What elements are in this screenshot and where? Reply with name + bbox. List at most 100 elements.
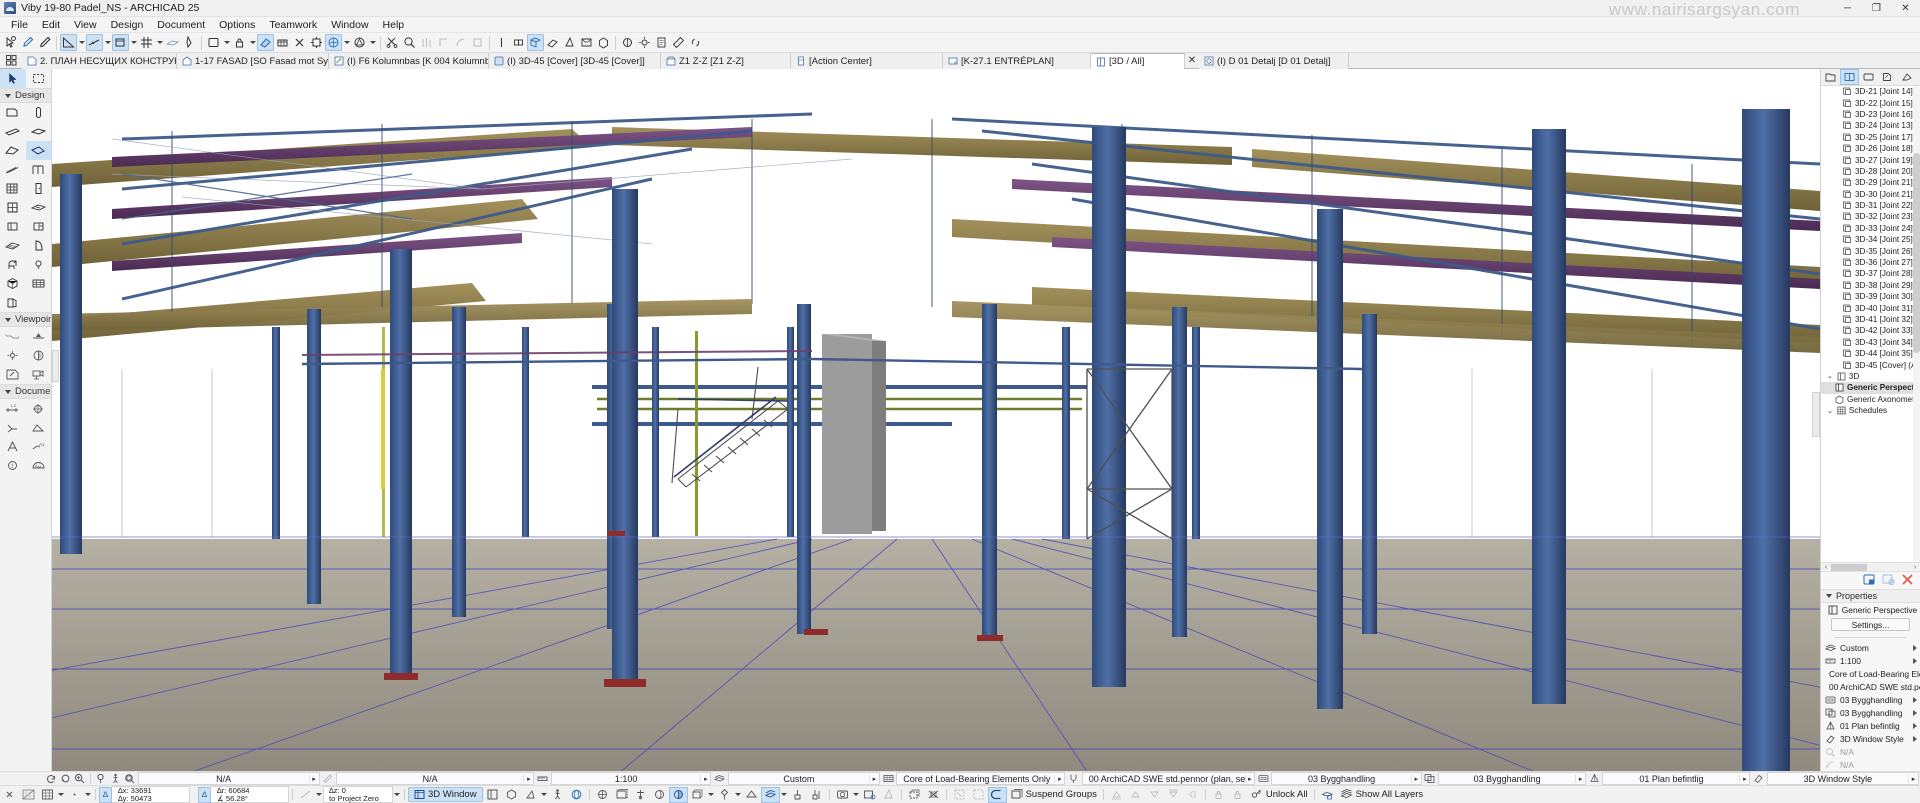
minimize-button[interactable]: ─ bbox=[1833, 0, 1862, 17]
order-options-icon[interactable] bbox=[1183, 787, 1202, 803]
label-tool[interactable]: A1 bbox=[26, 437, 52, 456]
wall-end-tool[interactable] bbox=[0, 217, 26, 236]
layer-combo[interactable]: Custom ▸ bbox=[727, 772, 880, 785]
toolbox-section-document[interactable]: Document bbox=[0, 384, 51, 399]
nav-group-3d[interactable]: ⌄ 3D bbox=[1821, 371, 1920, 382]
chevron-right-icon[interactable]: ▸ bbox=[1244, 774, 1254, 783]
send-backward-icon[interactable] bbox=[1145, 787, 1164, 803]
unlock-all-button[interactable]: Unlock All bbox=[1247, 787, 1311, 802]
project-zero-field[interactable]: ∆z: 0 to Project Zero bbox=[323, 786, 393, 803]
wall-tool[interactable] bbox=[0, 103, 26, 122]
3d-object-tool[interactable] bbox=[0, 274, 26, 293]
marquee-3d-icon[interactable] bbox=[544, 34, 561, 51]
chevron-right-icon[interactable]: ▸ bbox=[1907, 774, 1918, 783]
menu-edit[interactable]: Edit bbox=[35, 17, 67, 33]
settings-button[interactable]: Settings... bbox=[1831, 618, 1910, 631]
mesh-tool[interactable] bbox=[0, 236, 26, 255]
chevron-right-icon[interactable]: ▸ bbox=[1410, 774, 1421, 783]
reserve-icon[interactable] bbox=[274, 34, 291, 51]
tab-grid-icon[interactable] bbox=[0, 53, 22, 68]
menu-options[interactable]: Options bbox=[212, 17, 262, 33]
grid-display-icon[interactable] bbox=[38, 787, 57, 803]
photo-render-icon[interactable] bbox=[833, 787, 852, 803]
partial-structure-dropdown[interactable] bbox=[368, 34, 377, 51]
column-tool[interactable] bbox=[26, 103, 52, 122]
new-view-icon[interactable] bbox=[1882, 573, 1895, 589]
chevron-right-icon[interactable] bbox=[1913, 644, 1917, 651]
3d-viewport[interactable] bbox=[52, 69, 1820, 771]
fill-tool[interactable] bbox=[26, 456, 52, 475]
maximize-button[interactable]: ❐ bbox=[1862, 0, 1891, 17]
3d-visualization-icon[interactable] bbox=[668, 786, 688, 803]
properties-section-header[interactable]: Properties bbox=[1821, 589, 1920, 603]
nav-item[interactable]: 3D-45 [Cover] (Auto-r bbox=[1821, 359, 1920, 370]
elevation-ref-dropdown[interactable] bbox=[315, 787, 323, 803]
menu-view[interactable]: View bbox=[67, 17, 104, 33]
prop-row-renovation-filter[interactable]: 01 Plan befintlig bbox=[1821, 719, 1920, 732]
elevation-ref-icon[interactable] bbox=[296, 787, 315, 803]
nav-item[interactable]: 3D-37 [Joint 28] (Auto bbox=[1821, 268, 1920, 279]
nav-item[interactable]: 3D-26 [Joint 18] (Auto bbox=[1821, 143, 1920, 154]
axonometric-view-icon[interactable] bbox=[502, 787, 521, 803]
layers-icon[interactable] bbox=[325, 34, 342, 51]
render-settings-icon[interactable] bbox=[860, 787, 879, 803]
coordinate-polar[interactable]: ∆ ∆r: 60684 ∡ 56.28° bbox=[198, 786, 289, 803]
bring-to-front-icon[interactable] bbox=[1107, 787, 1126, 803]
tab-3d-45-cover[interactable]: (I) 3D-45 [Cover] [3D-45 [Cover]] bbox=[489, 53, 661, 69]
partial-structure-icon[interactable] bbox=[881, 772, 895, 785]
railing-tool[interactable] bbox=[26, 160, 52, 179]
nav-item[interactable]: 3D-44 [Joint 35] (Auto bbox=[1821, 348, 1920, 359]
tab-close-icon[interactable]: ✕ bbox=[1185, 53, 1199, 68]
teamwork-icon[interactable] bbox=[257, 34, 274, 51]
layer-combination-icon[interactable] bbox=[712, 772, 726, 785]
send-to-back-icon[interactable] bbox=[1164, 787, 1183, 803]
section-3d-icon[interactable] bbox=[561, 34, 578, 51]
guide-line-dropdown[interactable] bbox=[103, 34, 112, 51]
publisher-icon[interactable] bbox=[1878, 69, 1897, 85]
prop-row-3d-style[interactable]: 3D Window Style bbox=[1821, 732, 1920, 745]
renovation-filter-icon[interactable] bbox=[1587, 772, 1601, 785]
dimension-tool[interactable]: 1,2 bbox=[0, 399, 26, 418]
toolbox-section-viewpoint[interactable]: Viewpoint bbox=[0, 312, 51, 327]
nav-item[interactable]: 3D-33 [Joint 24] (Auto bbox=[1821, 223, 1920, 234]
partial-structure-icon[interactable] bbox=[351, 34, 368, 51]
scrollbar-thumb[interactable] bbox=[1913, 152, 1920, 353]
tab-f6-kolumnbas[interactable]: (I) F6 Kolumnbas [K 004 Kolumnbas] bbox=[329, 53, 489, 69]
walk-mode-icon[interactable] bbox=[548, 787, 567, 803]
marquee-3d-icon[interactable] bbox=[612, 787, 631, 803]
window-tool[interactable] bbox=[0, 198, 26, 217]
paint-transfer-icon[interactable] bbox=[807, 787, 826, 803]
group-icon[interactable] bbox=[905, 787, 924, 803]
render-dropdown[interactable] bbox=[852, 787, 860, 803]
chevron-right-icon[interactable]: ▸ bbox=[868, 774, 879, 783]
renovation-filter-combo[interactable]: 01 Plan befintlig ▸ bbox=[1602, 772, 1751, 785]
zone-tool[interactable] bbox=[26, 217, 52, 236]
partial-structure-combo[interactable]: Core of Load-Bearing Elements Only ▸ bbox=[896, 772, 1066, 785]
prop-row-graphic-override[interactable]: 03 Bygghandling bbox=[1821, 706, 1920, 719]
angle-snap-icon[interactable] bbox=[60, 34, 77, 51]
pen-combo[interactable]: N/A ▸ bbox=[335, 772, 535, 785]
stair-tool[interactable] bbox=[0, 160, 26, 179]
save-view-icon[interactable] bbox=[1863, 573, 1876, 589]
close-button[interactable]: ✕ bbox=[1891, 0, 1920, 17]
sun-settings-icon[interactable] bbox=[521, 787, 540, 803]
elevation-tool[interactable] bbox=[26, 327, 52, 346]
pen-tool-icon[interactable] bbox=[321, 772, 335, 785]
dimension-combo[interactable]: N/A ▸ bbox=[137, 772, 320, 785]
sun-dropdown[interactable] bbox=[540, 787, 548, 803]
3d-model-render[interactable] bbox=[52, 69, 1820, 771]
tab-k27-entreplan[interactable]: [K-27.1 ENTRÉPLAN] bbox=[943, 53, 1091, 69]
grid-snap-icon[interactable] bbox=[138, 34, 155, 51]
grid-snap-toggle-icon[interactable] bbox=[19, 787, 38, 803]
more-icon[interactable] bbox=[1897, 69, 1916, 85]
coordinate-xy[interactable]: ∆ ∆x: 33691 ∆y: 50473 bbox=[99, 786, 190, 803]
3d-cutting-planes-icon[interactable] bbox=[593, 787, 612, 803]
3d-window-button[interactable]: 3D Window bbox=[408, 787, 483, 802]
navigator-hscrollbar[interactable]: ‹ › bbox=[1821, 562, 1920, 571]
navigator-tree[interactable]: 3D-21 [Joint 14] (Auto 3D-22 [Joint 15] … bbox=[1821, 86, 1920, 562]
unlock-element-icon[interactable] bbox=[1228, 787, 1247, 803]
chevron-right-icon[interactable] bbox=[1913, 657, 1917, 664]
3d-projection-icon[interactable] bbox=[650, 787, 669, 803]
chevron-right-icon[interactable]: ▸ bbox=[1575, 774, 1585, 783]
nav-item[interactable]: 3D-27 [Joint 19] (Auto bbox=[1821, 154, 1920, 165]
